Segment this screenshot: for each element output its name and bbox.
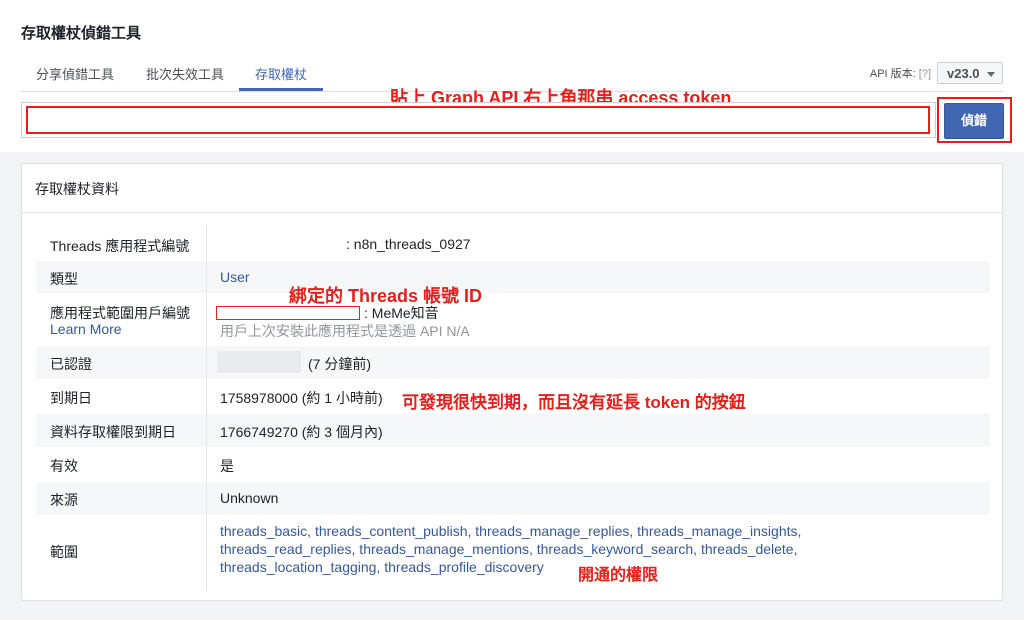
valid-value: 是 (220, 458, 234, 474)
tab-batch-invalidation[interactable]: 批次失效工具 (146, 64, 224, 91)
debug-button[interactable]: 偵錯 (944, 103, 1004, 139)
top-toolbar: 存取權杖偵錯工具 分享偵錯工具 批次失效工具 存取權杖 API 版本: [?] … (0, 0, 1024, 152)
data-access-expires-label: 資料存取權限到期日 (50, 424, 176, 440)
scopes-line-3: threads_location_tagging, threads_profil… (220, 559, 544, 575)
help-link[interactable]: [?] (919, 68, 931, 80)
divider (22, 212, 1002, 213)
user-id-label: 應用程式範圍用戶編號 (50, 305, 190, 321)
row-type: 類型 User (36, 261, 990, 293)
valid-label: 有效 (50, 458, 78, 474)
token-info-card: 存取權杖資料 Threads 應用程式編號 : n8n_threads_0927… (21, 163, 1003, 601)
access-token-input[interactable] (26, 106, 930, 134)
annotation-expiry-note: 可發現很快到期，而且沒有延長 token 的按鈕 (402, 393, 746, 412)
learn-more-link[interactable]: Learn More (50, 321, 122, 337)
row-origin: 來源 Unknown (36, 482, 990, 515)
column-divider (206, 226, 207, 590)
data-access-expires-value: 1766749270 (約 3 個月內) (220, 424, 383, 440)
origin-value: Unknown (220, 490, 279, 506)
api-version-dropdown[interactable]: v23.0 (937, 62, 1003, 84)
token-field-wrapper (21, 102, 936, 138)
scopes-label: 範圍 (50, 544, 78, 560)
api-version-value: v23.0 (947, 66, 980, 81)
row-scopes: 範圍 threads_basic, threads_content_publis… (36, 516, 990, 588)
type-value-link[interactable]: User (220, 269, 250, 285)
row-valid: 有效 是 (36, 448, 990, 481)
install-note: 用戶上次安裝此應用程式是透過 API N/A (220, 323, 470, 339)
chevron-down-icon (987, 72, 995, 77)
issued-label: 已認證 (50, 356, 92, 372)
expires-label: 到期日 (50, 390, 92, 406)
expires-value: 1758978000 (約 1 小時前) (220, 390, 383, 406)
row-app-id: Threads 應用程式編號 : n8n_threads_0927 (36, 228, 990, 260)
row-issued: 已認證 (7 分鐘前) (36, 346, 990, 379)
scopes-line-2: threads_read_replies, threads_manage_men… (220, 541, 798, 557)
annotation-scopes-note: 開通的權限 (578, 567, 659, 584)
annotation-bound-account: 綁定的 Threads 帳號 ID (289, 286, 483, 306)
api-version-label: API 版本: [?] (870, 65, 931, 81)
scopes-line-1: threads_basic, threads_content_publish, … (220, 523, 802, 539)
api-version-text: API 版本: (869, 68, 916, 80)
redacted-user-id (216, 306, 360, 320)
issued-value: (7 分鐘前) (308, 356, 371, 372)
page-title: 存取權杖偵錯工具 (21, 25, 142, 42)
type-label: 類型 (50, 271, 78, 287)
card-title: 存取權杖資料 (35, 181, 119, 197)
app-id-label: Threads 應用程式編號 (50, 238, 190, 254)
row-user-id: 應用程式範圍用戶編號 Learn More : MeMe知音 用戶上次安裝此應用… (36, 294, 990, 344)
tab-share-debugger[interactable]: 分享偵錯工具 (36, 64, 114, 91)
redacted-timestamp (217, 351, 301, 373)
app-id-value: : n8n_threads_0927 (346, 236, 471, 252)
origin-label: 來源 (50, 492, 78, 508)
row-data-access-expires: 資料存取權限到期日 1766749270 (約 3 個月內) (36, 414, 990, 447)
tab-access-token[interactable]: 存取權杖 (239, 64, 324, 91)
